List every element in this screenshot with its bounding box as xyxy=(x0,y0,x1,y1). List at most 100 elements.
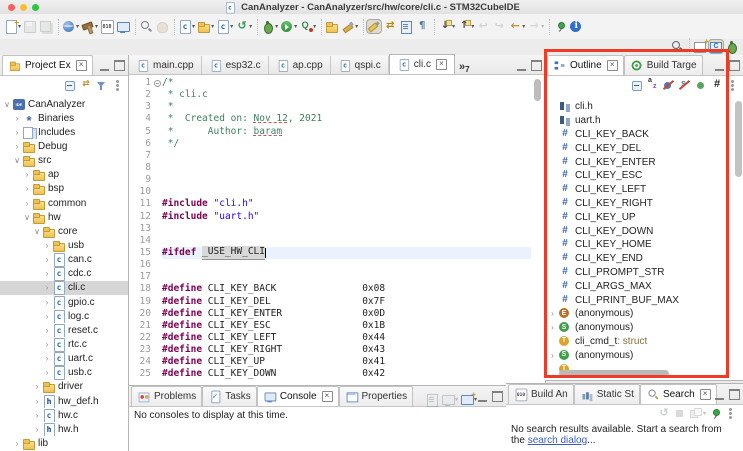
search-area-tab[interactable]: Static St × xyxy=(573,384,640,404)
profile-button[interactable]: ▾ xyxy=(298,16,317,37)
code-line[interactable]: 6 */ xyxy=(129,138,531,150)
expander-icon[interactable]: ∨ xyxy=(32,227,42,236)
tree-item[interactable]: › usb.c xyxy=(0,366,128,380)
code-line[interactable]: 15 #ifdef _USE_HW_CLI xyxy=(129,246,531,260)
refresh-index-button[interactable]: ▾ xyxy=(234,16,253,37)
tree-item[interactable]: › reset.c xyxy=(0,323,128,338)
outline-item[interactable]: CLI_KEY_HOME xyxy=(545,238,743,252)
tree-item[interactable]: › lib xyxy=(0,436,128,450)
minimize-view-button[interactable] xyxy=(478,392,487,402)
last-edit-location-button[interactable]: ▾ xyxy=(507,16,526,37)
new-c-source-button[interactable]: ▾ xyxy=(170,16,196,37)
debug-button[interactable]: ▾ xyxy=(253,16,279,37)
expander-icon[interactable]: › xyxy=(42,326,52,335)
new-class-button[interactable]: ▾ xyxy=(215,16,234,37)
tree-item[interactable]: › Includes xyxy=(0,125,128,139)
build-button[interactable]: ▾ xyxy=(80,16,99,37)
previous-searches-button[interactable]: ▾ xyxy=(688,403,707,424)
open-perspective-button[interactable]: ▾ xyxy=(685,36,709,57)
quick-access-search-button[interactable]: ▾ xyxy=(669,36,685,57)
code-line[interactable]: 24 #define CLI_KEY_UP 0x41 xyxy=(129,356,531,368)
code-line[interactable]: 25 #define CLI_KEY_DOWN 0x42 xyxy=(129,368,531,380)
code-line[interactable]: 23 #define CLI_KEY_RIGHT 0x43 xyxy=(129,344,531,356)
cancel-search-button[interactable]: ▾ xyxy=(672,403,688,424)
code-line[interactable]: 9 xyxy=(129,174,531,186)
sort-button[interactable] xyxy=(645,75,661,96)
outline-item[interactable]: CLI_PROMPT_STR xyxy=(545,266,743,280)
expander-icon[interactable]: › xyxy=(22,184,32,193)
minimize-editor-button[interactable] xyxy=(517,61,526,71)
tree-item[interactable]: › uart.c xyxy=(0,352,128,366)
hide-static-members-button[interactable] xyxy=(677,75,693,96)
search-dialog-link[interactable]: search dialog xyxy=(528,435,587,446)
expander-icon[interactable]: › xyxy=(12,128,22,137)
pin-console-button[interactable]: ▾ xyxy=(424,389,440,410)
view-menu-button[interactable]: ▾ xyxy=(723,403,739,424)
code-line[interactable]: 19 #define CLI_KEY_DEL 0x7F xyxy=(129,296,531,308)
expander-icon[interactable]: › xyxy=(32,397,42,406)
editor-tab[interactable]: ap.cpp × xyxy=(268,56,331,74)
debug-perspective-button[interactable]: ▾ xyxy=(724,36,740,57)
code-line[interactable]: 1/* xyxy=(129,77,531,89)
terminal-button[interactable]: ▾ xyxy=(115,16,131,37)
tree-item[interactable]: ∨ core xyxy=(0,224,128,238)
outline-horizontal-scrollbar[interactable] xyxy=(559,370,669,377)
pin-editor-button[interactable]: ▾ xyxy=(545,16,568,37)
outline-item[interactable]: CLI_KEY_BACK xyxy=(545,128,743,142)
outline-tab[interactable]: Outline × xyxy=(547,55,624,75)
expander-icon[interactable]: › xyxy=(547,351,558,360)
search-button[interactable]: ▾ xyxy=(340,16,359,37)
expander-icon[interactable]: › xyxy=(42,312,52,321)
code-line[interactable]: 10 xyxy=(129,186,531,198)
hide-non-public-button[interactable] xyxy=(693,75,709,96)
outline-item[interactable]: CLI_PRINT_BUF_MAX xyxy=(545,293,743,307)
code-line[interactable]: 20 #define CLI_KEY_ENTER 0x0D xyxy=(129,308,531,320)
tree-item[interactable]: › Debug xyxy=(0,139,128,153)
tree-item[interactable]: › gpio.c xyxy=(0,295,128,310)
pin-search-view-button[interactable]: ▾ xyxy=(707,403,723,424)
expander-icon[interactable]: › xyxy=(42,255,52,264)
save-button[interactable]: ▾ xyxy=(22,16,38,37)
outline-item[interactable]: cli_cmd_t : struct xyxy=(545,335,743,349)
search-area-tab[interactable]: Build An × xyxy=(508,384,574,404)
console-area-tab[interactable]: Console × xyxy=(256,386,339,406)
outline-vertical-scrollbar[interactable] xyxy=(735,101,742,177)
tree-item[interactable]: › Binaries xyxy=(0,111,128,126)
new-folder-button[interactable]: ▾ xyxy=(196,16,215,37)
outline-item[interactable]: › (anonymous) xyxy=(545,348,743,362)
search-declaration-button[interactable]: ▾ xyxy=(131,16,154,37)
code-line[interactable]: 14 xyxy=(129,235,531,247)
console-area-tab[interactable]: Tasks × xyxy=(202,386,257,406)
search-area-tab[interactable]: Search × xyxy=(639,384,717,404)
code-line[interactable]: 18 #define CLI_KEY_BACK 0x08 xyxy=(129,283,531,295)
show-whitespace-button[interactable]: ▾ xyxy=(414,16,430,37)
editor-tab[interactable]: qspi.c × xyxy=(330,56,389,74)
expander-icon[interactable]: ∨ xyxy=(2,100,12,109)
code-line[interactable]: 22 #define CLI_KEY_LEFT 0x44 xyxy=(129,332,531,344)
tree-item[interactable]: › ap xyxy=(0,168,128,182)
display-selected-console-button[interactable]: ▾ xyxy=(440,389,459,410)
expander-icon[interactable]: › xyxy=(42,354,52,363)
outline-item[interactable]: CLI_KEY_UP xyxy=(545,210,743,224)
outline-item[interactable]: › (anonymous) xyxy=(545,307,743,321)
tree-item[interactable]: › hw.c xyxy=(0,408,128,423)
tree-item[interactable]: › log.c xyxy=(0,309,128,324)
code-line[interactable]: 2 * cli.c xyxy=(129,89,531,101)
open-element-button[interactable]: ▾ xyxy=(317,16,340,37)
outline-item[interactable]: CLI_KEY_ENTER xyxy=(545,155,743,169)
view-menu-button[interactable] xyxy=(110,75,126,96)
information-center-button[interactable]: ▾ xyxy=(54,16,80,37)
code-line[interactable]: 17 xyxy=(129,271,531,283)
build-binary-button[interactable]: ▾ xyxy=(99,16,115,37)
close-icon[interactable]: × xyxy=(75,60,87,71)
maximize-view-button[interactable] xyxy=(492,391,503,402)
editor-tab[interactable]: esp32.c × xyxy=(201,56,269,74)
forward-history-button[interactable]: ▾ xyxy=(491,16,507,37)
code-line[interactable]: 12 #include "uart.h" xyxy=(129,211,531,223)
back-history-button[interactable]: ▾ xyxy=(475,16,491,37)
editor-tab-overflow[interactable]: » 7 xyxy=(459,61,470,74)
expander-icon[interactable]: › xyxy=(42,283,52,292)
expander-icon[interactable]: › xyxy=(32,425,42,434)
filter-button[interactable] xyxy=(94,75,110,96)
code-line[interactable]: 8 xyxy=(129,162,531,174)
